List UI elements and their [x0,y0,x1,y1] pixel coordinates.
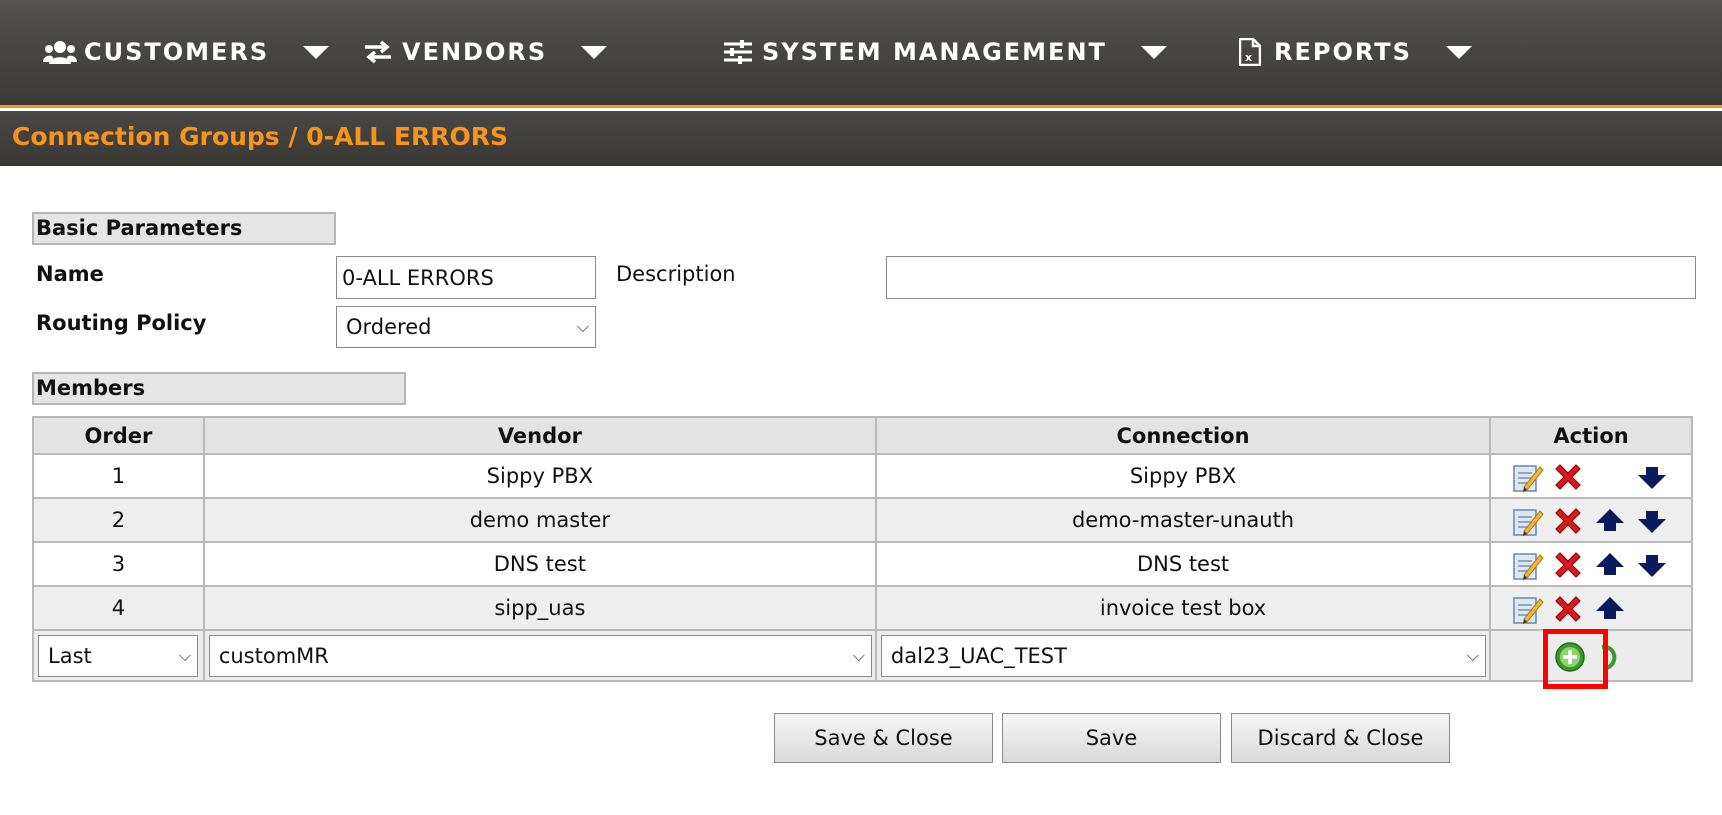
nav-vendors[interactable]: VENDORS [358,32,608,72]
vendor-cell: DNS test [202,541,877,587]
nav-reports[interactable]: x REPORTS [1230,32,1472,72]
routing-policy-value: Ordered [346,315,432,339]
routing-policy-label: Routing Policy [36,311,207,335]
delete-icon[interactable] [1551,549,1585,581]
chevron-down-icon[interactable] [303,45,330,59]
table-header-row: Order Vendor Connection Action [32,416,1693,455]
save-button[interactable]: Save [1002,713,1221,763]
connection-cell: invoice test box [874,585,1492,631]
description-field[interactable] [886,256,1696,299]
action-cell [1489,541,1693,587]
move-up-icon[interactable] [1593,505,1627,537]
action-cell [1489,497,1693,543]
delete-icon[interactable] [1551,505,1585,537]
nav-customers[interactable]: CUSTOMERS [40,32,330,72]
add-connection-cell: dal23_UAC_TEST ⌵ [874,629,1492,682]
vendor-select-value: customMR [218,644,329,668]
nav-vendors-label: VENDORS [402,38,548,66]
vendor-cell: Sippy PBX [202,453,877,499]
discard-and-close-button[interactable]: Discard & Close [1231,713,1450,763]
connection-cell: DNS test [874,541,1492,587]
column-header-order: Order [32,416,205,455]
vendor-cell: demo master [202,497,877,543]
action-cell [1489,453,1693,499]
name-label: Name [36,262,104,286]
chevron-down-icon[interactable] [1140,45,1167,59]
edit-icon[interactable] [1511,505,1545,537]
breadcrumb-parent[interactable]: Connection Groups [12,122,280,151]
connection-select[interactable]: dal23_UAC_TEST ⌵ [880,635,1486,677]
breadcrumb-current: 0-ALL ERRORS [306,122,509,151]
table-row: 2 demo master demo-master-unauth [32,497,1693,543]
description-label: Description [616,262,736,286]
save-and-close-button[interactable]: Save & Close [774,713,993,763]
chevron-down-icon: ⌵ [852,646,865,665]
delete-icon[interactable] [1551,593,1585,625]
order-select[interactable]: Last ⌵ [38,635,198,677]
basic-parameters-header: Basic Parameters [32,212,336,245]
add-vendor-cell: customMR ⌵ [202,629,877,682]
vendor-select[interactable]: customMR ⌵ [208,635,872,677]
connection-select-value: dal23_UAC_TEST [890,644,1067,668]
edit-icon[interactable] [1511,549,1545,581]
nav-system-management-label: SYSTEM MANAGEMENT [762,38,1107,66]
move-up-icon[interactable] [1593,549,1627,581]
excel-file-icon: x [1230,37,1270,67]
edit-icon[interactable] [1511,461,1545,493]
delete-icon[interactable] [1551,461,1585,493]
table-row: 1 Sippy PBX Sippy PBX [32,453,1693,499]
vendor-cell: sipp_uas [202,585,877,631]
top-navigation: CUSTOMERS VENDORS SYSTEM MANAGEMENT x RE… [0,0,1722,108]
table-row: 4 sipp_uas invoice test box [32,585,1693,631]
column-header-vendor: Vendor [202,416,877,455]
exchange-arrows-icon [358,37,398,67]
members-header: Members [32,372,406,405]
connection-cell: demo-master-unauth [874,497,1492,543]
action-cell [1489,585,1693,631]
add-order-cell: Last ⌵ [32,629,205,682]
name-field[interactable] [336,256,596,299]
move-down-icon[interactable] [1635,505,1669,537]
order-cell: 2 [32,497,205,543]
breadcrumb: Connection Groups / 0-ALL ERRORS [12,122,508,151]
chevron-down-icon[interactable] [1445,45,1472,59]
chevron-down-icon[interactable] [581,45,608,59]
move-down-icon[interactable] [1635,549,1669,581]
nav-customers-label: CUSTOMERS [84,38,270,66]
sliders-icon [718,37,758,67]
column-header-action: Action [1489,416,1693,455]
chevron-down-icon: ⌵ [1466,646,1479,665]
nav-reports-label: REPORTS [1274,38,1412,66]
edit-icon[interactable] [1511,593,1545,625]
connection-cell: Sippy PBX [874,453,1492,499]
order-cell: 1 [32,453,205,499]
table-row: 3 DNS test DNS test [32,541,1693,587]
routing-policy-select[interactable]: Ordered ⌵ [336,306,596,348]
move-up-icon[interactable] [1593,593,1627,625]
chevron-down-icon: ⌵ [178,646,191,665]
order-cell: 4 [32,585,205,631]
breadcrumb-bar: Connection Groups / 0-ALL ERRORS [0,111,1722,166]
add-member-row: Last ⌵ customMR ⌵ dal23_UAC_TEST ⌵ [32,629,1693,682]
svg-text:x: x [1245,51,1254,64]
highlight-box [1543,629,1608,689]
chevron-down-icon: ⌵ [576,317,589,336]
nav-system-management[interactable]: SYSTEM MANAGEMENT [718,32,1167,72]
breadcrumb-separator: / [279,122,307,151]
members-table: Order Vendor Connection Action 1 Sippy P… [32,416,1693,682]
users-icon [40,37,80,67]
order-cell: 3 [32,541,205,587]
order-select-value: Last [48,644,92,668]
column-header-connection: Connection [874,416,1492,455]
move-down-icon[interactable] [1635,461,1669,493]
